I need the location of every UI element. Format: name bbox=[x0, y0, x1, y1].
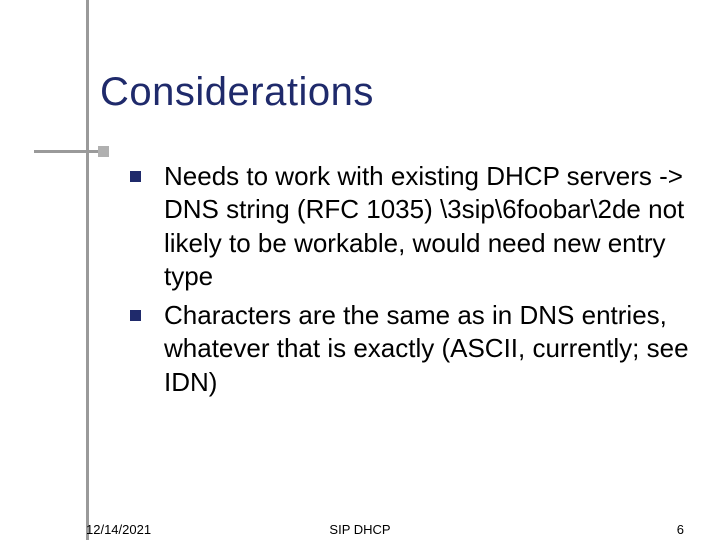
bullet-text: Needs to work with existing DHCP servers… bbox=[164, 161, 684, 291]
square-bullet-icon bbox=[130, 171, 141, 182]
decorative-vertical-line bbox=[86, 0, 89, 540]
bullet-text: Characters are the same as in DNS entrie… bbox=[164, 300, 689, 397]
list-item: Needs to work with existing DHCP servers… bbox=[130, 160, 690, 293]
footer-page-number: 6 bbox=[677, 522, 684, 537]
list-item: Characters are the same as in DNS entrie… bbox=[130, 299, 690, 399]
decorative-horizontal-line bbox=[34, 150, 104, 153]
square-bullet-icon bbox=[130, 310, 141, 321]
slide-body: Needs to work with existing DHCP servers… bbox=[130, 160, 690, 405]
slide-title: Considerations bbox=[100, 70, 374, 115]
footer-title: SIP DHCP bbox=[0, 522, 720, 537]
slide: Considerations Needs to work with existi… bbox=[0, 0, 720, 540]
